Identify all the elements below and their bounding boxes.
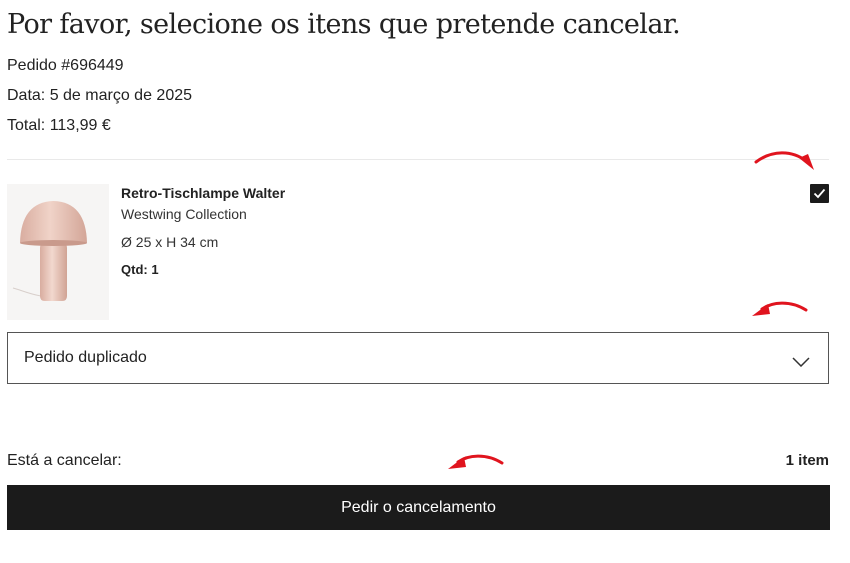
order-total: Total: 113,99 € xyxy=(7,117,111,134)
item-select-checkbox[interactable] xyxy=(810,184,829,203)
product-brand: Westwing Collection xyxy=(121,206,247,222)
product-image xyxy=(7,184,109,320)
request-cancellation-label: Pedir o cancelamento xyxy=(341,498,496,516)
product-quantity: Qtd: 1 xyxy=(121,262,159,277)
product-name: Retro-Tischlampe Walter xyxy=(121,185,286,201)
product-dimensions: Ø 25 x H 34 cm xyxy=(121,234,219,250)
cancel-summary-label: Está a cancelar: xyxy=(7,452,122,469)
page-title: Por favor, selecione os itens que preten… xyxy=(7,9,681,40)
divider xyxy=(7,159,829,160)
cancel-summary-count: 1 item xyxy=(785,452,829,469)
request-cancellation-button[interactable]: Pedir o cancelamento xyxy=(7,485,830,530)
order-date: Data: 5 de março de 2025 xyxy=(7,87,193,104)
checkmark-icon xyxy=(813,188,826,199)
order-number: Pedido #696449 xyxy=(7,57,124,74)
annotation-arrow-checkbox xyxy=(754,151,814,170)
lamp-illustration xyxy=(12,201,87,301)
cancel-reason-value: Pedido duplicado xyxy=(24,349,147,366)
annotation-arrow-reason xyxy=(752,301,808,316)
chevron-down-icon xyxy=(792,354,810,372)
annotation-arrow-summary xyxy=(448,454,504,469)
cancel-reason-select[interactable]: Pedido duplicado xyxy=(7,332,829,384)
